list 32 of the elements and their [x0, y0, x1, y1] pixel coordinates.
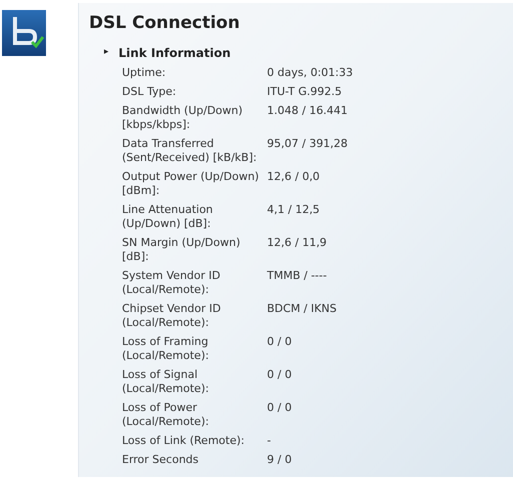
section-title: Link Information	[118, 45, 231, 62]
field-label: Data Transferred (Sent/Received) [kB/kB]:	[122, 137, 258, 165]
field-label: Line Attenuation (Up/Down) [dB]:	[122, 203, 214, 231]
field-value: ITU-T G.992.5	[267, 85, 342, 99]
field-value: 4,1 / 12,5	[267, 203, 320, 218]
field-label: Chipset Vendor ID (Local/Remote):	[122, 302, 222, 330]
field-value: 9 / 0	[267, 453, 292, 467]
field-label: Loss of Framing (Local/Remote):	[122, 335, 210, 363]
field-label: Uptime:	[122, 66, 167, 80]
field-label: Loss of Link (Remote):	[122, 434, 246, 448]
field-value: -	[267, 434, 271, 448]
field-label: SN Margin (Up/Down) [dB]:	[122, 236, 242, 264]
field-value: 0 / 0	[267, 335, 292, 350]
field-value: BDCM / IKNS	[267, 302, 337, 317]
field-value: 0 / 0	[267, 401, 292, 416]
field-label: System Vendor ID (Local/Remote):	[122, 269, 222, 297]
field-label: Loss of Signal (Local/Remote):	[122, 368, 210, 396]
field-value: 95,07 / 391,28	[267, 137, 348, 152]
field-value: 12,6 / 11,9	[267, 236, 327, 251]
field-value: 0 / 0	[267, 368, 292, 383]
field-label: DSL Type:	[122, 85, 178, 99]
field-label: Loss of Power (Local/Remote):	[122, 401, 210, 429]
field-label: Output Power (Up/Down) [dBm]:	[122, 170, 260, 198]
field-label: Bandwidth (Up/Down) [kbps/kbps]:	[122, 104, 244, 132]
field-value: 1.048 / 16.441	[267, 104, 348, 119]
field-value: 12,6 / 0,0	[267, 170, 320, 185]
field-label: Error Seconds	[122, 453, 200, 467]
field-value: TMMB / ----	[267, 269, 327, 284]
field-value: 0 days, 0:01:33	[267, 66, 353, 80]
section-marker: ▸	[104, 46, 109, 60]
page-title: DSL Connection	[89, 12, 241, 34]
logo-icon	[2, 10, 46, 56]
